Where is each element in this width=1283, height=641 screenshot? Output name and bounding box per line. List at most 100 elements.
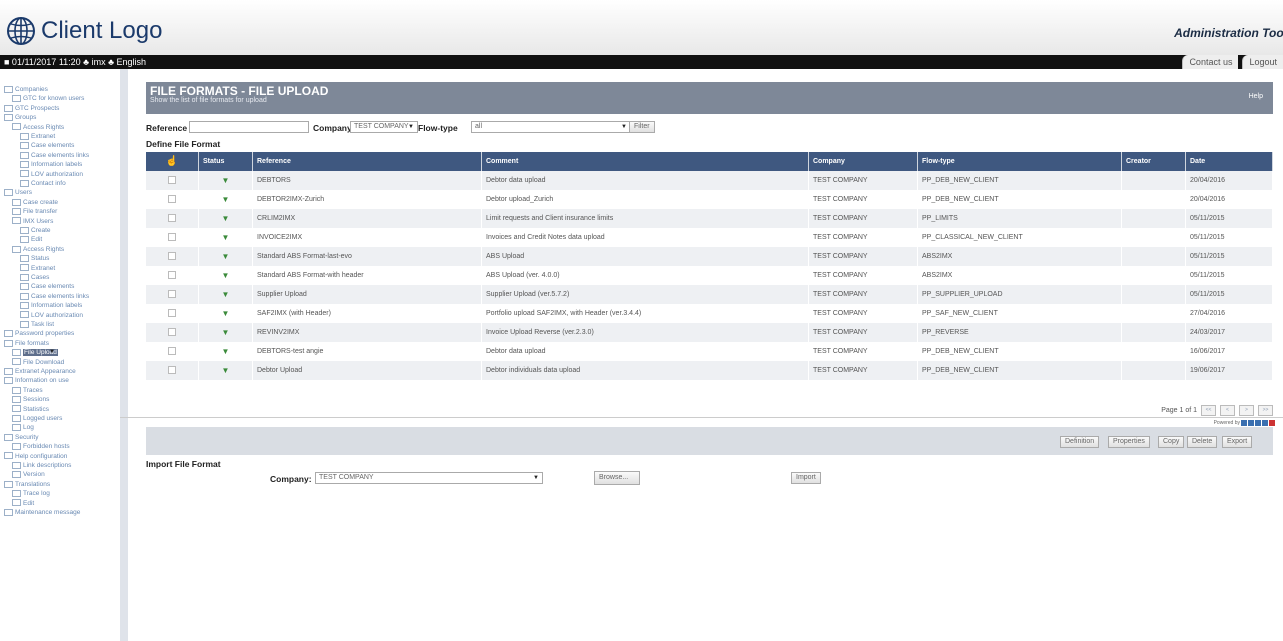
table-row[interactable]: ▼ SAF2IMX (with Header) Portfolio upload S… [146,304,1273,323]
sidebar-item[interactable]: Extranet [20,264,55,273]
sidebar-item[interactable]: Case elements [20,282,74,291]
browse-button[interactable]: Browse... [594,471,640,485]
sidebar-item[interactable]: Cases [20,273,49,282]
sidebar-item[interactable]: Case elements links [20,292,89,301]
sidebar-item[interactable]: Groups [4,113,36,122]
row-checkbox[interactable] [168,346,176,355]
sidebar-item[interactable]: Edit [12,499,34,508]
sidebar-item[interactable]: Log [12,423,34,432]
sidebar-item[interactable]: Information on use [4,376,69,385]
sidebar-item[interactable]: Link descriptions [12,461,71,470]
row-select-cell[interactable] [146,361,199,380]
sidebar-item[interactable]: Information labels [20,301,82,310]
sidebar-item[interactable]: Contact info [20,179,66,188]
sidebar-item[interactable]: Forbidden hosts [12,442,70,451]
row-select-cell[interactable] [146,247,199,266]
row-select-cell[interactable] [146,228,199,247]
table-row[interactable]: ▼ Debtor Upload Debtor individuals data up… [146,361,1273,380]
sidebar-item[interactable]: Trace log [12,489,50,498]
table-row[interactable]: ▼ DEBTORS-test angie Debtor data upload TES… [146,342,1273,361]
reference-input[interactable] [189,121,309,133]
sidebar-item[interactable]: GTC for known users [12,94,84,103]
sidebar-item[interactable]: Case create [12,198,58,207]
column-header-company[interactable]: Company [808,152,918,171]
sidebar-item[interactable]: IMX Users [12,217,53,226]
column-header-reference[interactable]: Reference [252,152,482,171]
sidebar-item[interactable]: Task list [20,320,54,329]
sidebar-item[interactable]: LOV authorization [20,311,83,320]
sidebar-item[interactable]: Companies [4,85,48,94]
definition-button[interactable]: Definition [1060,436,1100,448]
sidebar-item[interactable]: Translations [4,480,50,489]
row-select-cell[interactable] [146,285,199,304]
sidebar-item[interactable]: Access Rights [12,245,64,254]
sidebar-item[interactable]: LOV authorization [20,170,83,179]
row-select-cell[interactable] [146,342,199,361]
sidebar-item[interactable]: Help configuration [4,452,67,461]
sidebar-item[interactable]: Access Rights [12,123,64,132]
row-select-cell[interactable] [146,266,199,285]
sidebar-item[interactable]: File Upload [12,348,58,357]
row-checkbox[interactable] [168,232,176,241]
table-row[interactable]: ▼ INVOICE2IMX Invoices and Credit Notes da… [146,228,1273,247]
row-checkbox[interactable] [168,365,176,374]
sidebar-item[interactable]: Logged users [12,414,62,423]
sidebar-item[interactable]: Edit [20,235,42,244]
column-header-status[interactable]: Status [198,152,253,171]
logout-link[interactable]: Logout [1242,55,1283,69]
export-button[interactable]: Export [1222,436,1253,448]
delete-button[interactable]: Delete [1187,436,1218,448]
copy-button[interactable]: Copy [1158,436,1185,448]
sidebar-item[interactable]: Create [20,226,51,235]
help-link[interactable]: Help [1249,93,1263,100]
row-checkbox[interactable] [168,327,176,336]
import-button[interactable]: Import [791,472,821,484]
filter-button[interactable]: Filter [629,121,655,133]
sidebar-item[interactable]: Case elements [20,141,74,150]
properties-button[interactable]: Properties [1108,436,1150,448]
table-row[interactable]: ▼ Standard ABS Format-with header ABS Uplo… [146,266,1273,285]
row-checkbox[interactable] [168,308,176,317]
row-checkbox[interactable] [168,251,176,260]
column-header-flowtype[interactable]: Flow-type [917,152,1122,171]
sidebar-item[interactable]: Sessions [12,395,49,404]
flowtype-select[interactable]: all [471,121,631,133]
contact-us-link[interactable]: Contact us [1182,55,1239,69]
row-checkbox[interactable] [168,289,176,298]
column-header-date[interactable]: Date [1185,152,1273,171]
table-row[interactable]: ▼ DEBTORS Debtor data upload TEST COMPANY PP… [146,171,1273,190]
import-company-select[interactable]: TEST COMPANY [315,472,543,484]
column-header-creator[interactable]: Creator [1121,152,1186,171]
sidebar-item[interactable]: Case elements links [20,151,89,160]
sidebar-item[interactable]: Extranet Appearance [4,367,76,376]
last-page-button[interactable]: >> [1258,405,1273,416]
table-row[interactable]: ▼ CRLIM2IMX Limit requests and Client insu… [146,209,1273,228]
prev-page-button[interactable]: < [1220,405,1235,416]
select-all-header[interactable]: ☝ [146,152,199,171]
row-select-cell[interactable] [146,209,199,228]
table-row[interactable]: ▼ Standard ABS Format-last-evo ABS Upload T… [146,247,1273,266]
sidebar-item[interactable]: GTC Prospects [4,104,59,113]
sidebar-item[interactable]: File formats [4,339,49,348]
sidebar-item[interactable]: Traces [12,386,43,395]
row-checkbox[interactable] [168,270,176,279]
column-header-comment[interactable]: Comment [481,152,809,171]
sidebar-item[interactable]: File transfer [12,207,57,216]
sidebar-item[interactable]: Security [4,433,38,442]
row-select-cell[interactable] [146,190,199,209]
sidebar-item[interactable]: Password properties [4,329,74,338]
table-row[interactable]: ▼ Supplier Upload Supplier Upload (ver.5.7… [146,285,1273,304]
table-row[interactable]: ▼ DEBTOR2IMX-Zurich Debtor upload_Zurich TE… [146,190,1273,209]
next-page-button[interactable]: > [1239,405,1254,416]
row-checkbox[interactable] [168,213,176,222]
row-select-cell[interactable] [146,323,199,342]
sidebar-item[interactable]: File Download [12,358,64,367]
company-filter-select[interactable]: TEST COMPANY [350,121,418,133]
sidebar-item[interactable]: Information labels [20,160,82,169]
table-row[interactable]: ▼ REVINV2IMX Invoice Upload Reverse (ver.2… [146,323,1273,342]
sidebar-item[interactable]: Statistics [12,405,49,414]
row-select-cell[interactable] [146,304,199,323]
sidebar-item[interactable]: Users [4,188,32,197]
sidebar-item[interactable]: Maintenance message [4,508,80,517]
row-select-cell[interactable] [146,171,199,190]
